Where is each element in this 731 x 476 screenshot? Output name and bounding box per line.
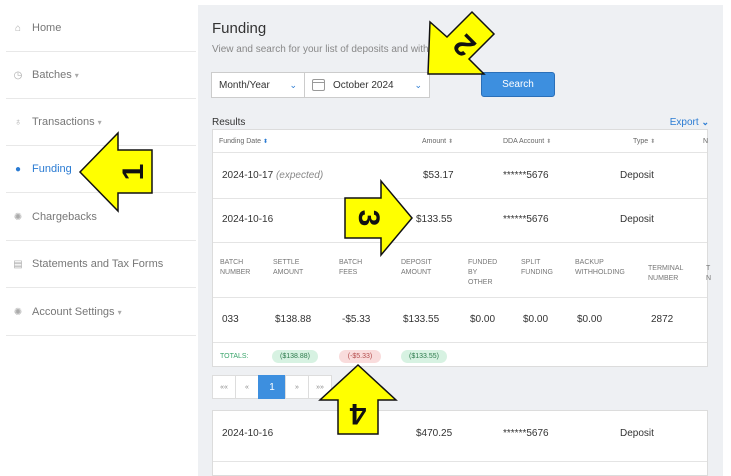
sidebar-item-label: Home	[32, 22, 62, 34]
document-icon: ▤	[13, 258, 23, 270]
column-header-funding-date[interactable]: Funding Date ⬍	[219, 138, 268, 145]
type: Deposit	[620, 428, 654, 439]
gear-icon: ✺	[13, 306, 23, 318]
home-icon: ⌂	[14, 22, 22, 34]
gear-icon: ✺	[13, 211, 23, 223]
chevron-down-icon: ⌄	[414, 80, 422, 90]
results-label: Results	[212, 117, 246, 128]
sidebar-item-home[interactable]: ⌂ Home	[6, 5, 196, 52]
sort-icon: ⬍	[448, 139, 454, 145]
divider	[213, 198, 707, 199]
deposit-amount: $133.55	[403, 314, 440, 325]
backup-withholding: $0.00	[577, 314, 603, 325]
column-header-type[interactable]: Type ⬍	[633, 138, 655, 145]
results-table-2: 2024-10-16 $470.25 ******5676 Deposit	[212, 410, 708, 476]
results-table: Funding Date ⬍ Amount ⬍ DDA Account ⬍ Type ⬍…	[212, 129, 711, 367]
amount: $53.17	[423, 170, 454, 181]
divider	[213, 242, 707, 243]
divider	[213, 342, 707, 343]
page-1-button[interactable]: 1	[258, 375, 286, 399]
last-page-button[interactable]: »»	[308, 375, 332, 399]
first-page-button[interactable]: ««	[212, 375, 236, 399]
detail-header-batch-number: BATCH NUMBER	[220, 259, 251, 276]
month-value: October 2024	[333, 79, 394, 91]
sidebar: ⌂ Home ◷ Batches ▾ ♁ Transactions ▾ ● Fu…	[0, 0, 196, 476]
dda-account: ******5676	[503, 214, 549, 225]
sidebar-item-statements[interactable]: ▤ Statements and Tax Forms	[6, 241, 196, 288]
batch-fees: -$5.33	[342, 314, 371, 325]
funding-date: 2024-10-17	[222, 170, 274, 181]
search-button[interactable]: Search	[481, 72, 555, 97]
sidebar-item-chargebacks[interactable]: ✺ Chargebacks	[6, 194, 196, 241]
divider	[213, 461, 707, 462]
pagination: «« « 1 » »»	[212, 375, 332, 399]
page-title: Funding	[212, 20, 267, 37]
total-fees-badge: (-$5.33)	[339, 350, 381, 363]
period-type-select[interactable]: Month/Year ⌄	[211, 72, 305, 98]
funding-date: 2024-10-16	[222, 428, 274, 439]
prev-page-button[interactable]: «	[235, 375, 259, 399]
type: Deposit	[620, 170, 654, 181]
main-content: Funding View and search for your list of…	[198, 5, 723, 476]
sidebar-item-label: Account Settings	[32, 306, 115, 318]
detail-header-backup-withholding: BACKUP WITHHOLDING	[575, 259, 625, 276]
column-header-dda-account[interactable]: DDA Account ⬍	[503, 138, 551, 145]
column-header-next[interactable]: N	[703, 138, 708, 145]
detail-header-deposit-amount: DEPOSIT AMOUNT	[401, 259, 432, 276]
settle-amount: $138.88	[275, 314, 312, 325]
sidebar-item-batches[interactable]: ◷ Batches ▾	[6, 52, 196, 99]
divider	[213, 297, 707, 298]
chevron-down-icon: ⌄	[289, 80, 297, 90]
batch-number: 033	[222, 314, 239, 325]
detail-header-split-funding: SPLIT FUNDING	[521, 259, 553, 276]
calendar-icon	[312, 79, 325, 91]
sidebar-item-label: Chargebacks	[32, 211, 97, 223]
sidebar-item-funding[interactable]: ● Funding	[6, 146, 196, 193]
chevron-down-icon: ⌄	[701, 117, 709, 127]
page-subtitle: View and search for your list of deposit…	[212, 44, 435, 55]
expected-note: (expected)	[275, 170, 324, 181]
sort-icon: ⬍	[263, 139, 269, 145]
detail-header-settle-amount: SETTLE AMOUNT	[273, 259, 304, 276]
detail-header-truncated: T N	[706, 265, 712, 282]
month-select[interactable]: October 2024 ⌄	[304, 72, 430, 98]
export-button[interactable]: Export ⌄	[670, 117, 709, 128]
dda-account: ******5676	[503, 170, 549, 181]
total-deposit-badge: ($133.55)	[401, 350, 447, 363]
total-settle-badge: ($138.88)	[272, 350, 318, 363]
period-type-value: Month/Year	[219, 79, 270, 91]
sidebar-item-label: Statements and Tax Forms	[32, 258, 164, 270]
sort-icon: ⬍	[650, 139, 656, 145]
clock-icon: ◷	[13, 69, 23, 81]
sidebar-item-account-settings[interactable]: ✺ Account Settings ▾	[6, 289, 196, 336]
sidebar-item-label: Transactions	[32, 116, 95, 128]
piggy-bank-icon: ●	[14, 163, 22, 175]
split-funding: $0.00	[523, 314, 549, 325]
sidebar-item-label: Batches	[32, 69, 72, 81]
column-header-amount[interactable]: Amount ⬍	[422, 138, 453, 145]
sidebar-item-transactions[interactable]: ♁ Transactions ▾	[6, 99, 196, 146]
chevron-down-icon: ▾	[97, 117, 102, 127]
type: Deposit	[620, 214, 654, 225]
chevron-down-icon: ▾	[117, 307, 122, 317]
next-page-button[interactable]: »	[285, 375, 309, 399]
chevron-down-icon: ▾	[74, 70, 79, 80]
terminal-number: 2872	[651, 314, 674, 325]
detail-header-funded-by-other: FUNDED BY OTHER	[468, 259, 498, 286]
sidebar-item-label: Funding	[32, 163, 72, 175]
funding-date: 2024-10-16	[222, 214, 274, 225]
totals-label: TOTALS:	[220, 353, 249, 360]
dda-account: ******5676	[503, 428, 549, 439]
amount: $133.55	[416, 214, 453, 225]
detail-header-batch-fees: BATCH FEES	[339, 259, 363, 276]
export-label: Export	[669, 117, 699, 128]
funded-by-other: $0.00	[470, 314, 496, 325]
money-bag-icon: ♁	[14, 116, 22, 128]
amount: $470.25	[416, 428, 453, 439]
divider	[213, 152, 707, 153]
sort-icon: ⬍	[546, 139, 552, 145]
detail-header-terminal-number: TERMINAL NUMBER	[648, 265, 684, 282]
